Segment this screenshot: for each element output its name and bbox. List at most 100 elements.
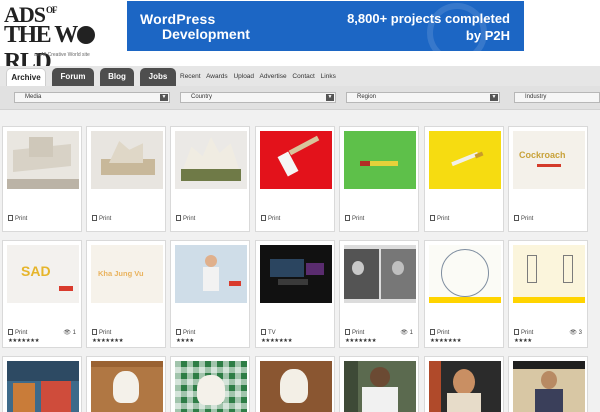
ad-thumbnail[interactable] [91,361,163,412]
media-select[interactable]: Media ▼ [14,92,170,103]
comment-count[interactable]: 👁 1 [400,329,413,336]
ad-card[interactable] [170,356,250,412]
ad-type: Print [8,215,27,222]
print-icon [514,215,519,221]
ad-thumbnail[interactable] [429,131,501,189]
print-icon [176,215,181,221]
nav-link-recent[interactable]: Recent [180,73,201,80]
ad-card[interactable]: SAD Print 👁 1 ★★★★★★★ [2,240,82,348]
site-logo[interactable]: ADSOF THE WRLD an All Creative World sit… [4,2,112,75]
ad-card[interactable] [86,356,166,412]
ad-thumbnail[interactable]: SAD [7,245,79,303]
nav-link-advertise[interactable]: Advertise [260,73,287,80]
ad-card[interactable] [424,356,504,412]
banner-title-line1: WordPress [140,11,216,27]
ad-thumbnail[interactable] [260,245,332,303]
star-rating[interactable]: ★★★★ [176,338,194,344]
ad-card[interactable]: Kha Jung Vu Print ★★★★★★★ [86,240,166,348]
industry-select-value: Industry [525,94,547,100]
ad-thumbnail[interactable]: Kha Jung Vu [91,245,163,303]
globe-icon [76,26,95,44]
print-icon [92,329,97,335]
ad-thumbnail[interactable] [260,131,332,189]
ad-type: Print [430,329,449,336]
ad-card[interactable]: Print [339,126,419,232]
media-select-value: Media [25,94,42,100]
ad-thumbnail[interactable]: Cockroach [513,131,585,189]
ad-thumbnail[interactable] [429,361,501,412]
print-icon [176,329,181,335]
ad-card[interactable] [339,356,419,412]
ad-thumbnail[interactable] [175,131,247,189]
country-select-value: Country [191,94,213,100]
ad-thumbnail[interactable] [7,361,79,412]
ad-thumbnail[interactable] [344,245,416,303]
ad-card[interactable]: Print [424,126,504,232]
print-icon [430,329,435,335]
industry-select[interactable]: Industry [514,92,600,103]
ad-thumbnail[interactable] [175,245,247,303]
ad-card[interactable]: Print ★★★★★★★ [424,240,504,348]
ad-card[interactable] [255,356,335,412]
banner-title-line2: Development [162,26,250,42]
tab-blog[interactable]: Blog [100,68,134,86]
ad-card[interactable] [2,356,82,412]
ad-thumbnail[interactable] [7,131,79,189]
ad-type: Print [430,215,449,222]
star-rating[interactable]: ★★★★★★★ [8,338,40,344]
ad-card[interactable]: TV ★★★★★★★ [255,240,335,348]
print-icon [345,329,350,335]
ad-type: Print [176,215,195,222]
comment-count[interactable]: 👁 3 [569,329,582,336]
star-rating[interactable]: ★★★★★★★ [345,338,377,344]
ad-card[interactable]: Cockroach Print [508,126,588,232]
nav-link-upload[interactable]: Upload [233,73,254,80]
star-rating[interactable]: ★★★★★★★ [430,338,462,344]
ad-type: Print [92,215,111,222]
ad-thumbnail[interactable] [260,361,332,412]
logo-subtitle: an All Creative World site [34,52,90,58]
comment-count[interactable]: 👁 1 [63,329,76,336]
ad-type: Print [514,329,533,336]
filter-bar: Media ▼ Country ▼ Region ▼ Industry [0,86,600,110]
star-rating[interactable]: ★★★★ [514,338,532,344]
banner-by-text: by P2H [465,28,510,43]
ad-thumbnail[interactable] [175,361,247,412]
ad-card[interactable]: Print ★★★★ [170,240,250,348]
tab-jobs[interactable]: Jobs [140,68,176,86]
banner-projects-text: 8,800+ projects completed [347,11,510,26]
region-select[interactable]: Region ▼ [346,92,500,103]
star-rating[interactable]: ★★★★★★★ [92,338,124,344]
ad-thumbnail[interactable] [429,245,501,303]
print-icon [92,215,97,221]
ad-type: Print [8,329,27,336]
nav-link-awards[interactable]: Awards [206,73,228,80]
ad-type: TV [261,329,276,336]
nav-link-contact[interactable]: Contact [292,73,314,80]
ad-type: Print [176,329,195,336]
ad-card[interactable] [508,356,588,412]
ad-card[interactable]: Print 👁 1 ★★★★★★★ [339,240,419,348]
ad-thumbnail[interactable] [344,131,416,189]
ad-type: Print [345,215,364,222]
ad-card[interactable]: Print [255,126,335,232]
ad-card[interactable]: Print [2,126,82,232]
tab-archive[interactable]: Archive [6,68,46,86]
ad-banner[interactable]: WordPress Development 8,800+ projects co… [127,1,524,51]
ad-card[interactable]: Print [86,126,166,232]
tab-forum[interactable]: Forum [52,68,94,86]
region-select-value: Region [357,94,377,100]
ad-thumbnail[interactable] [91,131,163,189]
ad-thumbnail[interactable] [513,245,585,303]
print-icon [514,329,519,335]
nav-link-links[interactable]: Links [321,73,336,80]
ad-card[interactable]: Print [170,126,250,232]
ad-card[interactable]: Print 👁 3 ★★★★ [508,240,588,348]
star-rating[interactable]: ★★★★★★★ [261,338,293,344]
country-select[interactable]: Country ▼ [180,92,336,103]
ad-thumbnail[interactable] [344,361,416,412]
print-icon [345,215,350,221]
ad-thumbnail[interactable] [513,361,585,412]
nav-links: Recent Awards Upload Advertise Contact L… [180,73,340,80]
ad-type: Print [345,329,364,336]
